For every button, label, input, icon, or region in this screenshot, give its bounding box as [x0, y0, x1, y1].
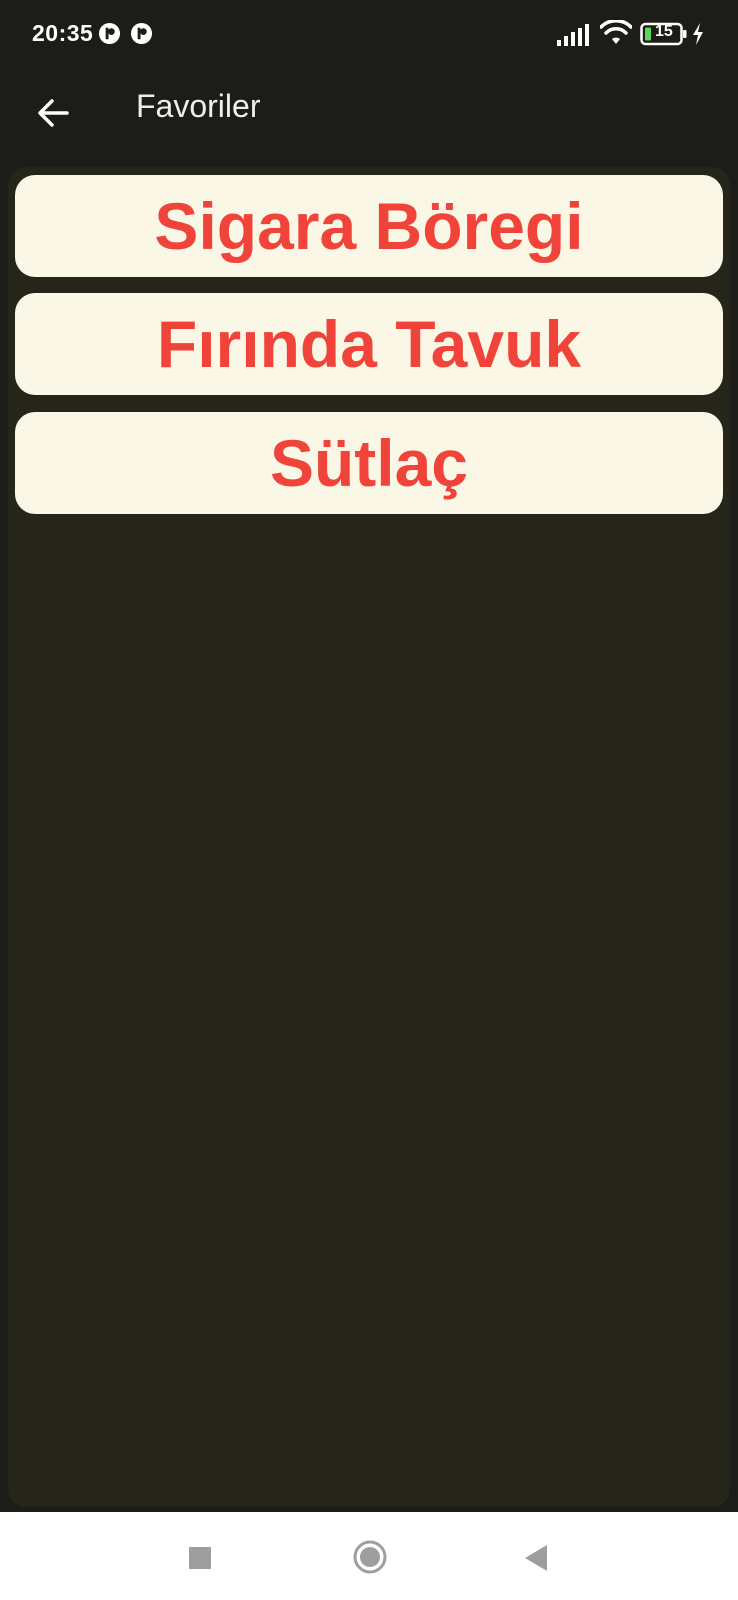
- battery-level: 15: [655, 23, 673, 40]
- status-time: 20:35: [32, 20, 94, 46]
- status-bar: 20:35 15: [0, 0, 738, 70]
- page-title: Favoriler: [136, 88, 261, 124]
- charging-icon: [693, 23, 703, 45]
- favorite-item[interactable]: Sütlaç: [15, 412, 723, 514]
- favorites-list: Sigara Böregi Fırında Tavuk Sütlaç: [8, 167, 730, 1507]
- navigation-bar: [0, 1512, 738, 1600]
- app-bar: Favoriler: [0, 70, 738, 170]
- notification-icon: [98, 22, 121, 45]
- back-triangle-icon[interactable]: [523, 1544, 549, 1572]
- wifi-icon: [600, 20, 632, 44]
- favorite-item[interactable]: Fırında Tavuk: [15, 293, 723, 395]
- home-circle-icon[interactable]: [352, 1539, 388, 1575]
- back-button[interactable]: [28, 88, 78, 138]
- arrow-left-icon: [38, 99, 69, 127]
- favorite-item[interactable]: Sigara Böregi: [15, 175, 723, 277]
- signal-icon: [557, 24, 589, 46]
- notification-icon: [130, 22, 153, 45]
- recents-square-icon[interactable]: [188, 1546, 212, 1570]
